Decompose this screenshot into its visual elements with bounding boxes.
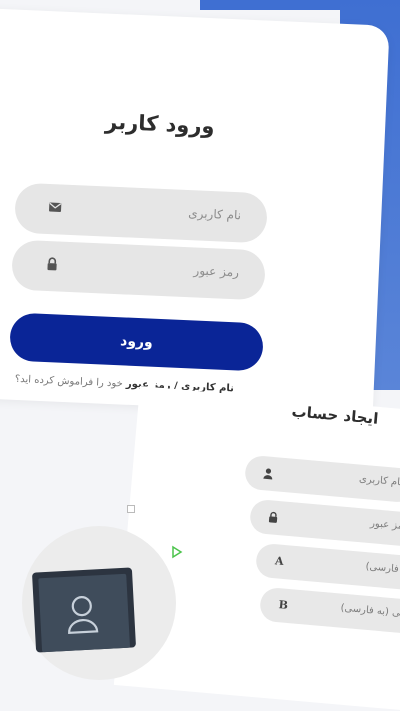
lock-icon (44, 256, 61, 273)
user-avatar-icon (68, 596, 99, 634)
play-triangle-icon (172, 545, 183, 559)
password-placeholder: رمز عبور (193, 263, 240, 280)
signup-password-label: رمز عبور (369, 518, 400, 533)
monitor-screen (38, 573, 131, 653)
envelope-icon (47, 199, 64, 216)
signup-lastname-label: زندگی (به فارسی) (340, 602, 400, 621)
lock-icon (266, 510, 281, 525)
letter-a-icon: A (274, 554, 285, 568)
user-icon (261, 466, 276, 481)
letter-b-icon: B (278, 598, 289, 612)
signup-username-label: نام کاربری (358, 473, 400, 489)
decor-square (127, 505, 135, 513)
signup-firstname-label: (به فارسی) (365, 561, 400, 576)
username-placeholder: نام کاربری (187, 206, 242, 223)
signup-card (113, 386, 400, 711)
